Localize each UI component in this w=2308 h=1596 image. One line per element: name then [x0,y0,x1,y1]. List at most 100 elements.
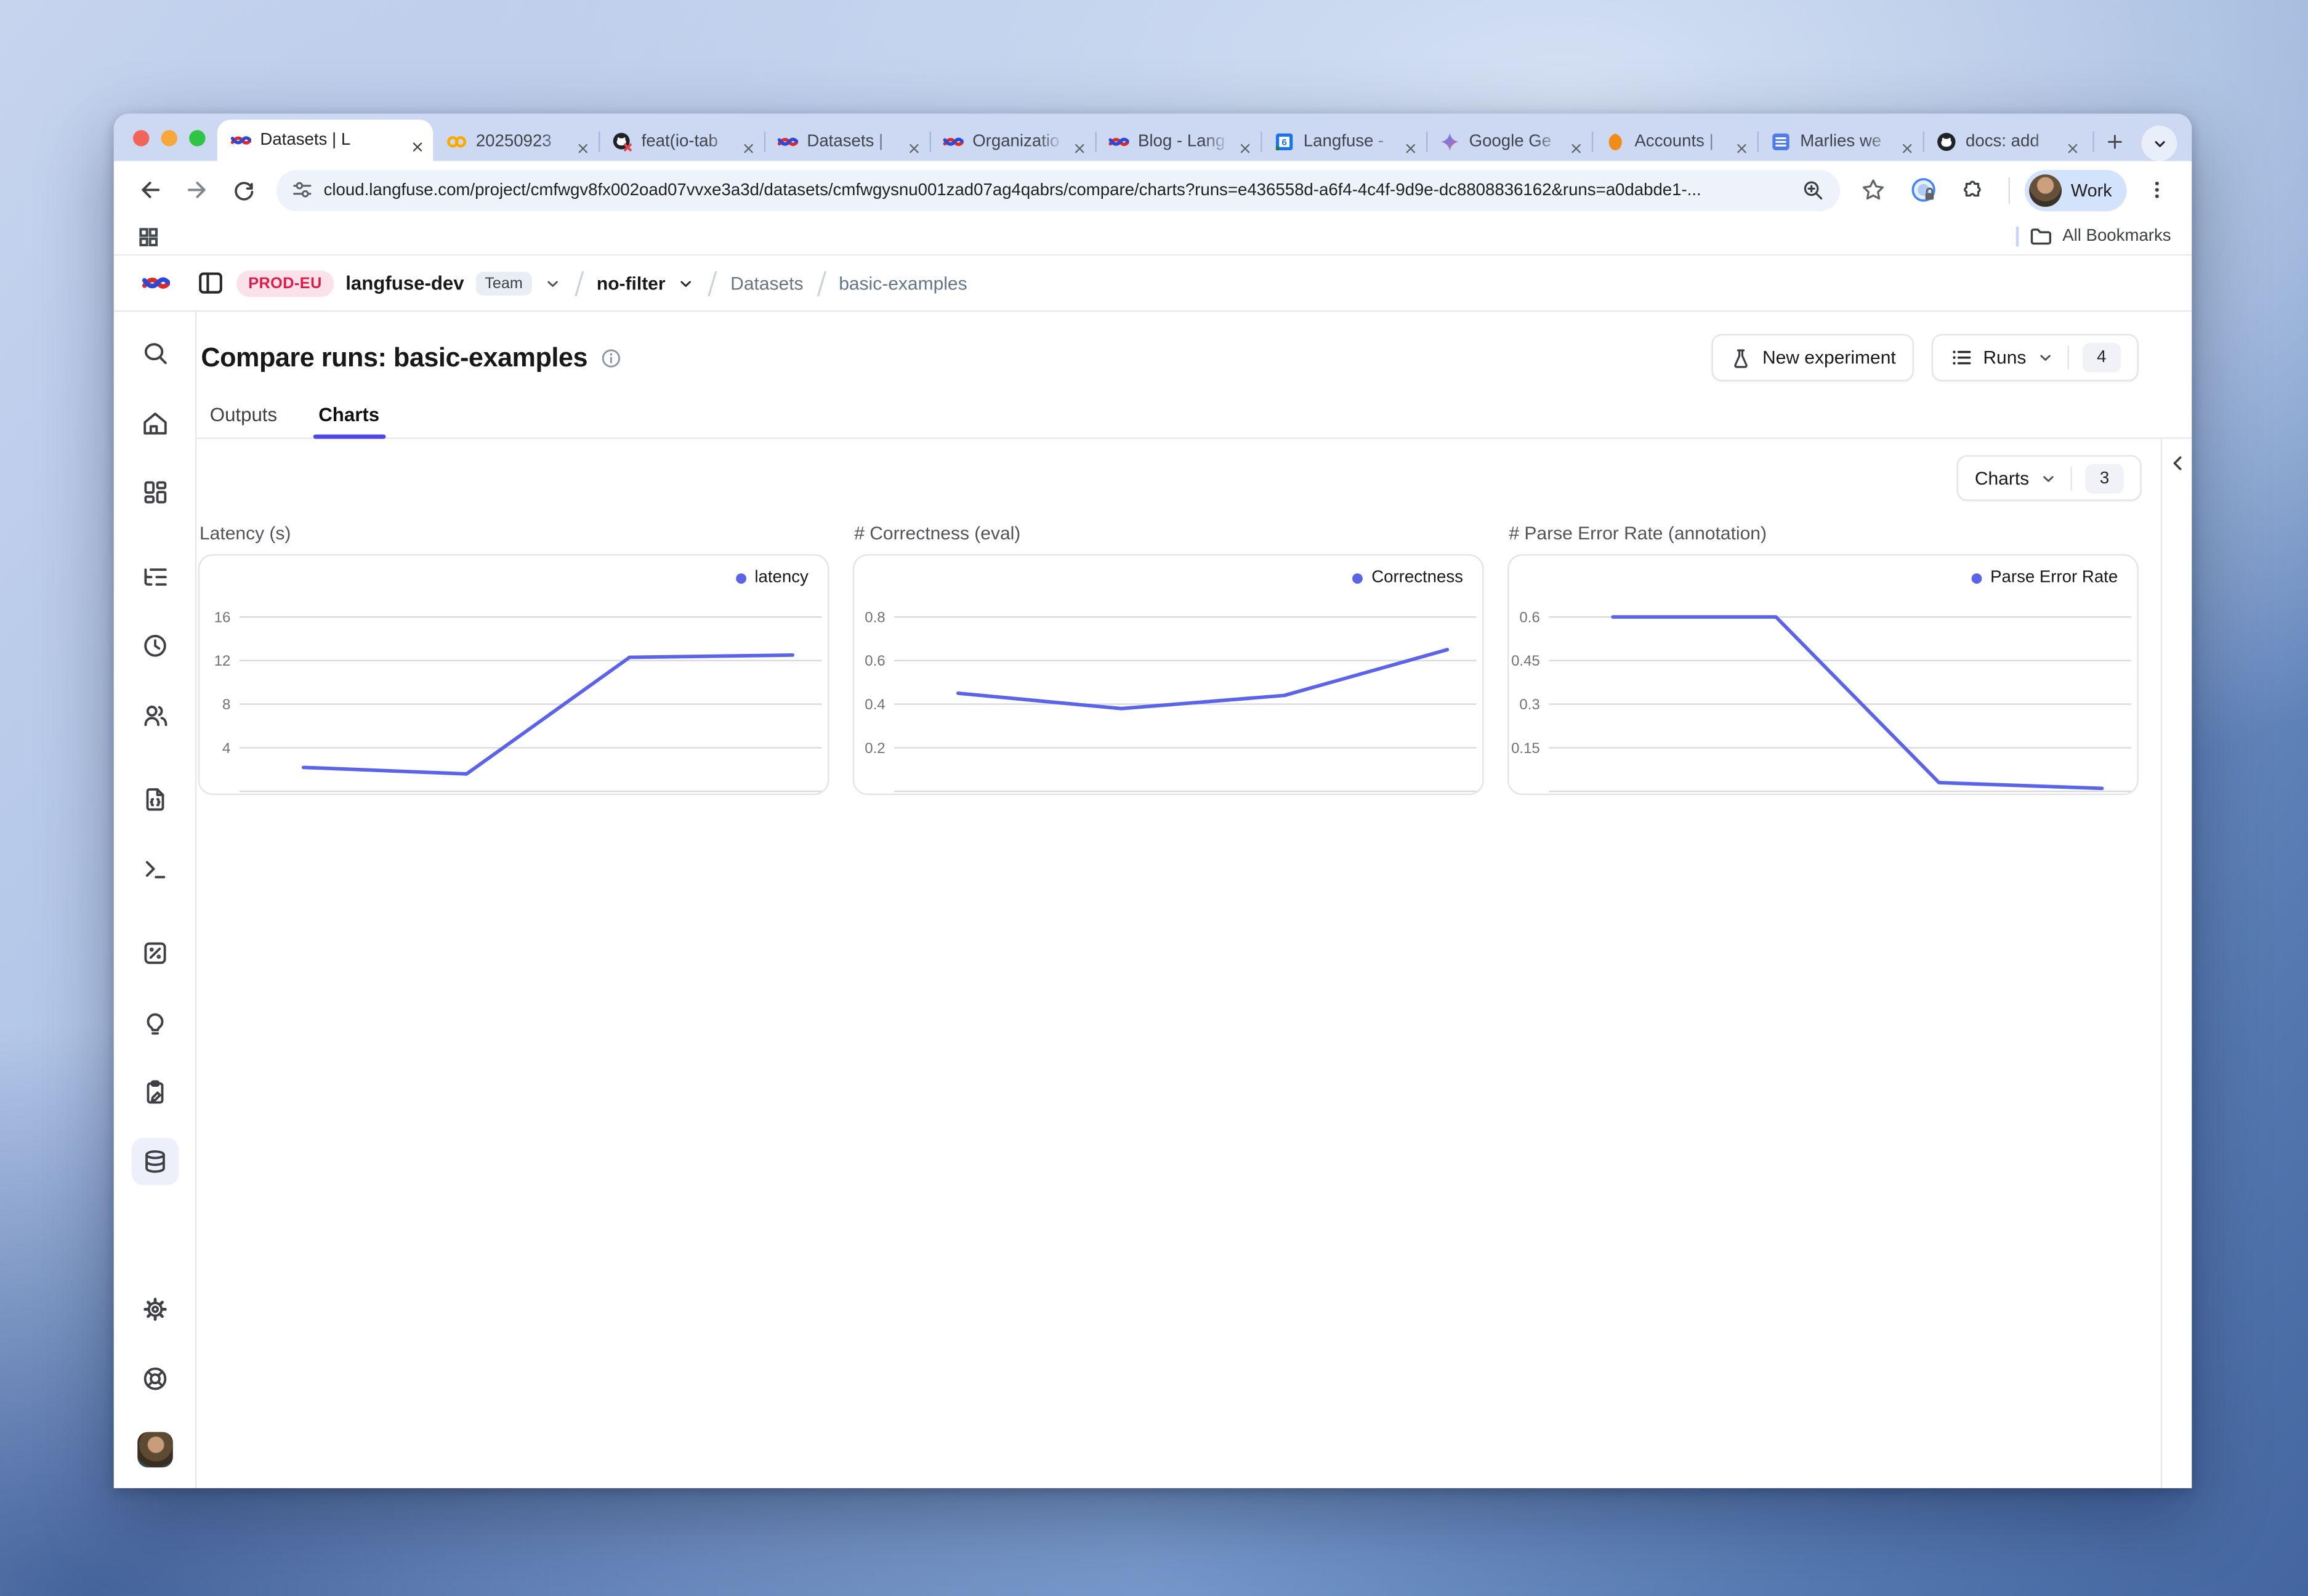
chevron-down-icon [2040,469,2057,487]
sidebar-item-settings[interactable] [131,1286,178,1333]
sidebar-item-home[interactable] [131,399,178,446]
svg-text:0.6: 0.6 [865,653,885,669]
site-controls-icon[interactable] [291,179,313,201]
sidebar-item-users[interactable] [131,691,178,739]
close-tab-icon[interactable] [1238,135,1252,149]
apps-grid-icon[interactable] [137,225,159,248]
sidebar-item-search[interactable] [131,329,178,377]
sidebar-item-insights[interactable] [131,999,178,1046]
privacy-badge-icon[interactable] [1902,169,1943,211]
tab-search-chevron-button[interactable] [2142,126,2177,161]
browser-tab-blog[interactable]: Blog - Lang [1095,123,1261,161]
lightbulb-icon [141,1009,167,1036]
browser-tab-colab[interactable]: 20250923 [433,123,599,161]
browser-tab-github-pr[interactable]: feat(io-tab [599,123,764,161]
window-controls [114,114,217,161]
close-tab-icon[interactable] [1570,135,1583,149]
close-window-button[interactable] [133,129,149,145]
bookmark-star-icon[interactable] [1852,169,1894,211]
new-tab-button[interactable] [2088,123,2126,161]
charts-dropdown-button[interactable]: Charts 3 [1957,455,2142,501]
forward-button[interactable] [176,169,217,211]
clock-icon [141,632,167,659]
sidebar-item-sessions[interactable] [131,622,178,669]
sidebar-item-dashboard[interactable] [131,469,178,516]
sidebar-item-annotation[interactable] [131,1068,178,1116]
line-chart: 0.60.450.30.15 [1509,555,2137,793]
langfuse-favicon [230,130,251,151]
browser-tab-accounts[interactable]: Accounts | [1592,123,1757,161]
close-tab-icon[interactable] [742,135,756,149]
project-name[interactable]: no-filter [597,273,666,294]
browser-tab-gemini[interactable]: Google Ge [1426,123,1592,161]
close-tab-icon[interactable] [411,134,424,147]
new-experiment-button[interactable]: New experiment [1712,334,1913,381]
browser-menu-icon[interactable] [2136,169,2177,211]
zoom-window-button[interactable] [189,129,205,145]
list-tree-icon [141,563,167,589]
line-chart-card: 0.80.60.40.2 Correctness [853,554,1484,795]
browser-profile-chip[interactable]: Work [2025,169,2127,211]
browser-tab-datasets2[interactable]: Datasets | [764,123,930,161]
app-sidebar [114,312,196,1488]
user-avatar[interactable] [137,1432,172,1468]
browser-tab-organization[interactable]: Organizatio [930,123,1095,161]
sidebar-toggle-icon[interactable] [196,269,225,297]
collapse-left-icon[interactable] [2168,454,2187,1488]
browser-toolbar: cloud.langfuse.com/project/cmfwgv8fx002o… [114,161,2192,219]
chevron-down-icon[interactable] [543,274,561,292]
sidebar-item-tracing[interactable] [131,553,178,600]
browser-tab-docs[interactable]: docs: add [1923,123,2088,161]
browser-tab-calendar[interactable]: 6 Langfuse - [1261,123,1426,161]
all-bookmarks-button[interactable]: All Bookmarks [2015,225,2171,248]
sidebar-item-evaluation[interactable] [131,930,178,977]
sidebar-item-playground[interactable] [131,845,178,893]
close-tab-icon[interactable] [1900,135,1914,149]
tab-outputs[interactable]: Outputs [201,396,286,437]
legend-label: Correctness [1371,569,1463,587]
close-tab-icon[interactable] [2066,135,2080,149]
charts-row: Latency (s) 161284 latency [196,439,2192,795]
svg-text:4: 4 [222,740,230,757]
browser-tab-marlies[interactable]: Marlies we [1757,123,1923,161]
breadcrumb-dataset-name[interactable]: basic-examples [839,273,967,294]
tab-title: Datasets | [807,133,898,151]
close-tab-icon[interactable] [576,135,590,149]
blue-doc-favicon [1770,132,1791,153]
chart-parse-error-rate: # Parse Error Rate (annotation) 0.60.450… [1507,523,2139,796]
info-icon[interactable] [599,347,621,369]
url-text[interactable]: cloud.langfuse.com/project/cmfwgv8fx002o… [324,181,1792,199]
sidebar-item-support[interactable] [131,1355,178,1403]
database-icon [141,1148,167,1175]
close-tab-icon[interactable] [1735,135,1749,149]
charts-panel: Charts 3 Latency (s) 161284 [196,439,2192,1488]
browser-tab-datasets-active[interactable]: Datasets | L [217,119,433,161]
svg-text:0.8: 0.8 [865,609,885,626]
sidebar-item-datasets[interactable] [131,1138,178,1185]
chevron-down-icon[interactable] [677,274,695,292]
extensions-puzzle-icon[interactable] [1953,169,1994,211]
charts-count-badge: 3 [2085,463,2123,493]
close-tab-icon[interactable] [1073,135,1086,149]
url-bar[interactable]: cloud.langfuse.com/project/cmfwgv8fx002o… [276,169,1841,211]
tab-title: Blog - Lang [1138,133,1230,151]
runs-dropdown-button[interactable]: Runs 4 [1931,334,2138,381]
tab-title: Datasets | L [260,132,401,150]
close-tab-icon[interactable] [1404,135,1418,149]
environment-badge[interactable]: PROD-EU [236,270,334,296]
langfuse-logo[interactable] [114,269,196,297]
breadcrumb-datasets[interactable]: Datasets [730,273,803,294]
chart-legend: latency [735,569,809,587]
zoom-in-icon[interactable] [1802,178,1825,201]
breadcrumb: PROD-EU langfuse-dev Team no-filter Data… [196,268,967,298]
percent-square-icon [141,940,167,966]
back-button[interactable] [129,169,170,211]
reload-button[interactable] [223,169,264,211]
chart-title: Latency (s) [200,523,829,544]
minimize-window-button[interactable] [161,129,177,145]
organization-name[interactable]: langfuse-dev [345,272,464,294]
close-tab-icon[interactable] [908,135,921,149]
runs-label: Runs [1983,347,2026,368]
sidebar-item-prompts[interactable] [131,776,178,823]
tab-charts[interactable]: Charts [310,396,389,437]
